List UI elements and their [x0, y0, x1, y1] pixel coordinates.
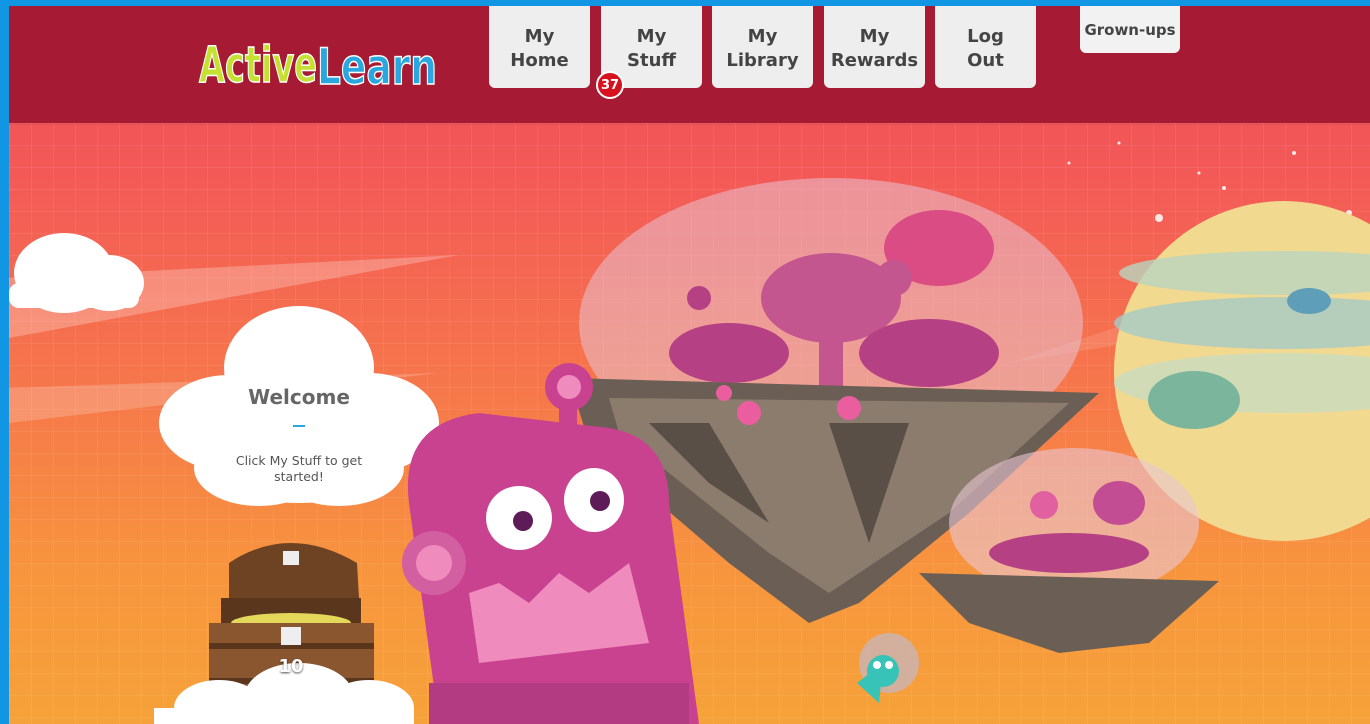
nav-my-home-button[interactable]: My Home [489, 6, 590, 88]
nav-label-line2: Rewards [830, 50, 919, 71]
nav-log-out-button[interactable]: Log Out [935, 6, 1036, 88]
nav-label-line2: Library [726, 50, 799, 71]
nav-label-line2: Stuff [627, 50, 676, 71]
logo-text-learn: Learn [317, 38, 437, 92]
nav-label-line1: Log [967, 26, 1004, 47]
alien-character [857, 633, 919, 703]
app-frame: Welcome Click My Stuff to get started! 1… [9, 6, 1370, 724]
nav-my-rewards-button[interactable]: My Rewards [824, 6, 925, 88]
scene-illustration [9, 141, 1370, 724]
nav-label-line1: My [636, 26, 667, 47]
space-scene: Welcome Click My Stuff to get started! 1… [9, 123, 1370, 724]
nav-label-line1: My [859, 26, 890, 47]
activelearn-logo[interactable]: Active Learn [197, 28, 442, 97]
chest-count: 10 [278, 656, 304, 677]
logo-text-active: Active [199, 36, 317, 92]
nav-label-line2: Home [510, 50, 569, 71]
nav-label-line1: My [524, 26, 555, 47]
cloud [9, 233, 144, 313]
header-bar: Active Learn My Home My Stuff My Library My… [9, 6, 1370, 123]
nav-label-line2: Out [967, 50, 1004, 71]
welcome-title: Welcome [248, 385, 350, 409]
nav-my-library-button[interactable]: My Library [712, 6, 813, 88]
logo-wordmark: Active Learn [198, 35, 438, 97]
welcome-divider [293, 425, 305, 427]
welcome-message: Click My Stuff to get started! [235, 453, 363, 484]
my-stuff-notification-badge: 37 [596, 71, 624, 99]
nav-label-line1: My [747, 26, 778, 47]
grown-ups-button[interactable]: Grown-ups [1080, 6, 1180, 53]
